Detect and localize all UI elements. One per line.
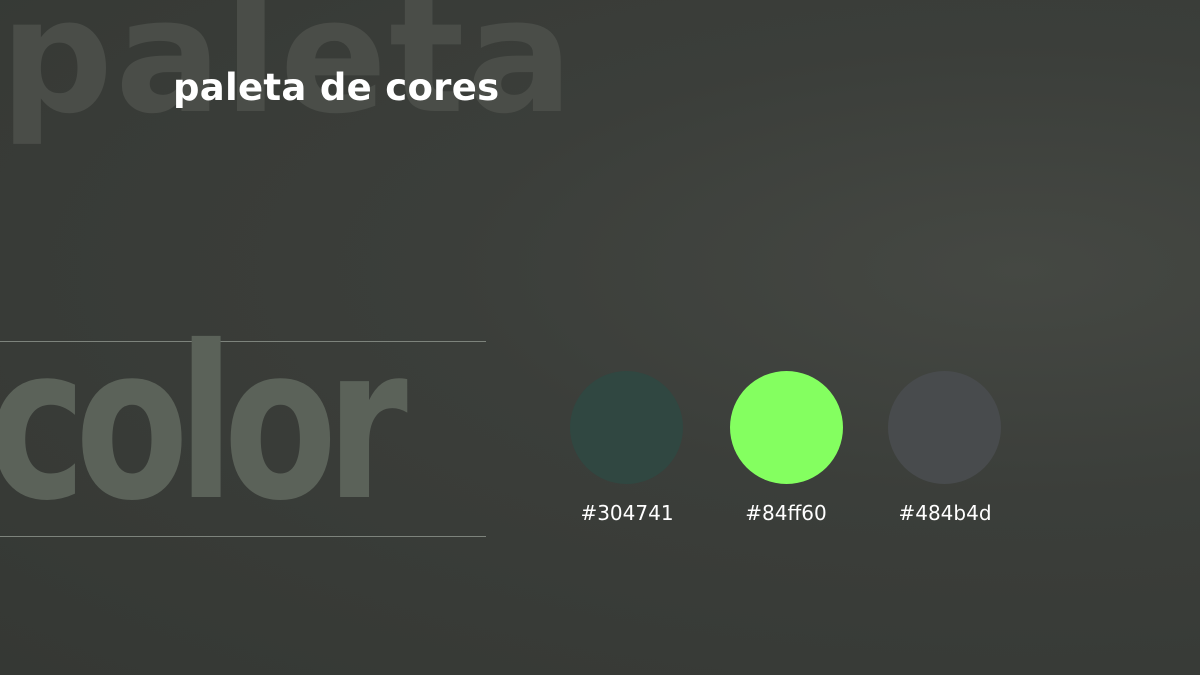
color-swatch-2 [730, 371, 843, 484]
color-swatch-3 [888, 371, 1001, 484]
swatch-hex-label-2: #84ff60 [745, 501, 827, 525]
swatch-hex-label-3: #484b4d [898, 501, 992, 525]
page-title: paleta de cores [173, 66, 500, 109]
guide-line-bottom [0, 536, 486, 537]
swatch-hex-label-1: #304741 [580, 501, 674, 525]
color-swatch-1 [570, 371, 683, 484]
background-word-color: color [0, 300, 408, 547]
